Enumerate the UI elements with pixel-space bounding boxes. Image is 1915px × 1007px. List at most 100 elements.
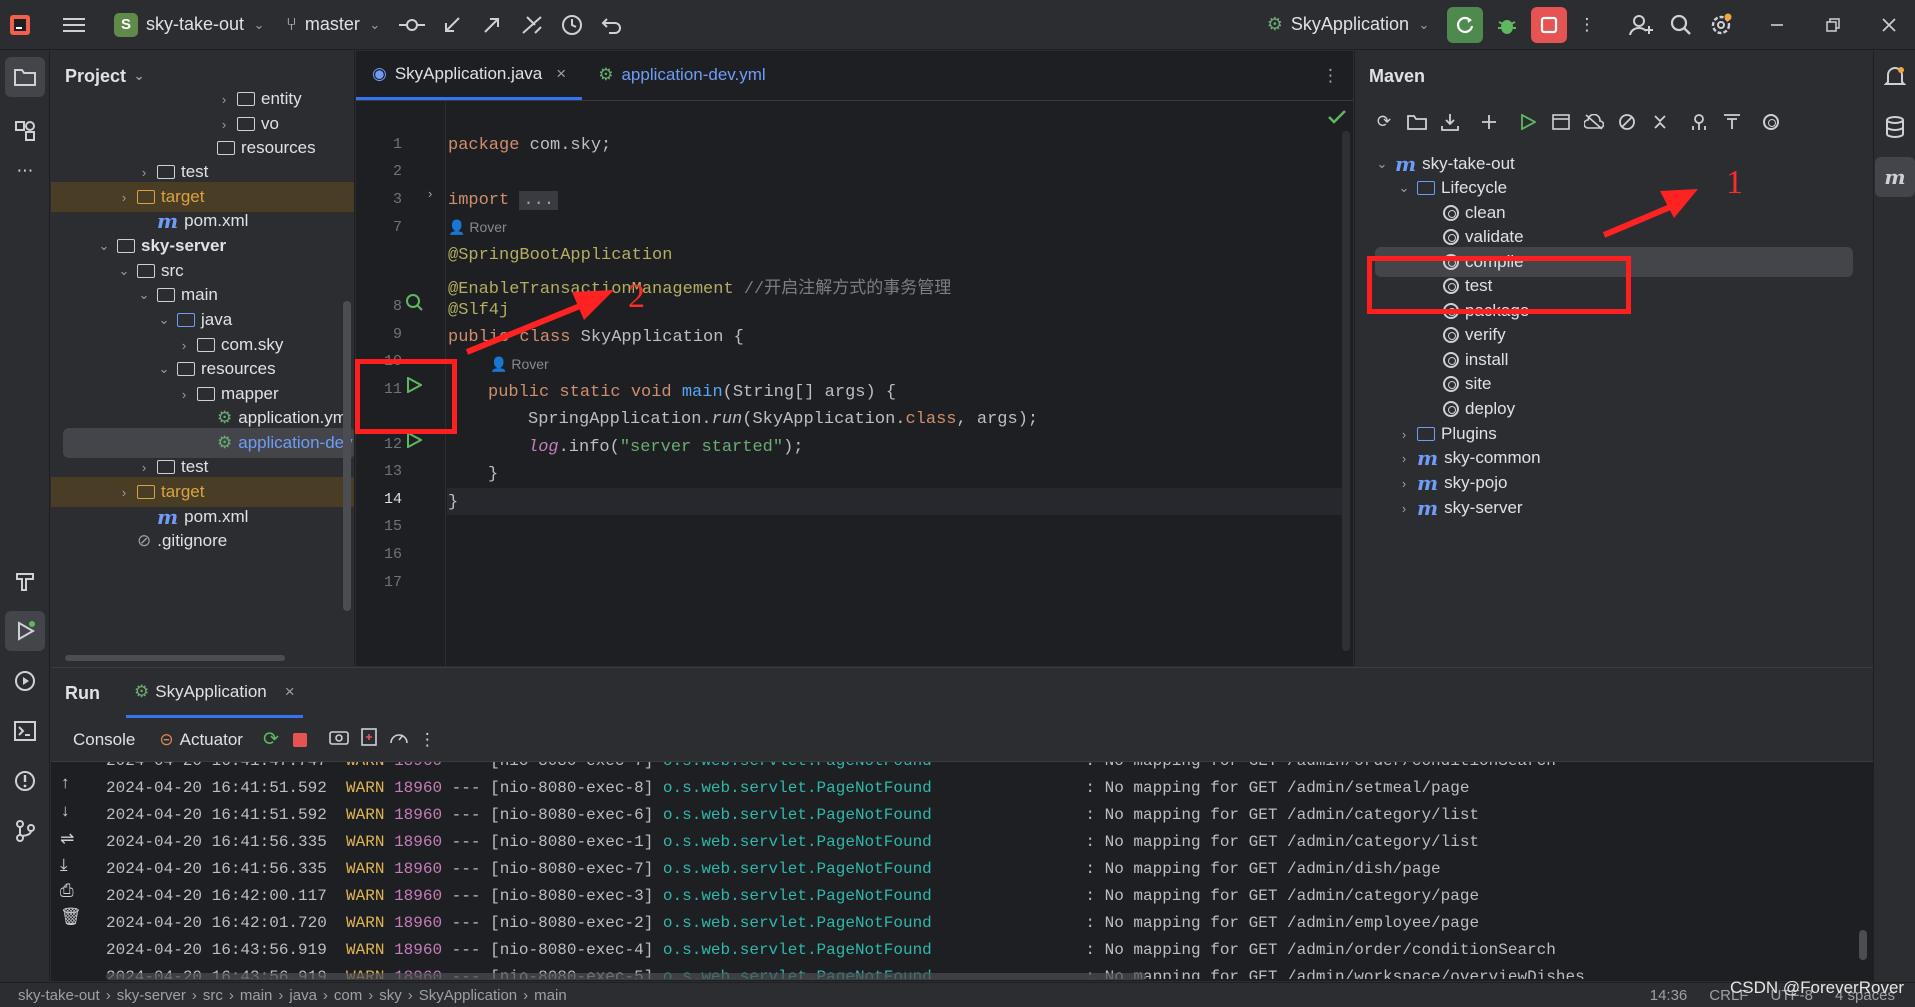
collapse-icon[interactable] xyxy=(1645,107,1675,137)
run-main-icon[interactable] xyxy=(406,431,424,453)
breadcrumb-item[interactable]: sky-take-out xyxy=(18,987,100,1004)
folded-imports[interactable]: ... xyxy=(519,191,559,210)
terminal-icon[interactable] xyxy=(5,711,45,751)
chevron-right-icon[interactable]: › xyxy=(137,165,151,180)
restore-layout-icon[interactable] xyxy=(361,728,377,751)
run-config-selector[interactable]: ⚙ SkyApplication ⌄ xyxy=(1257,7,1441,43)
history-icon[interactable] xyxy=(552,7,592,43)
run-goal-icon[interactable] xyxy=(1513,107,1543,137)
author-hint[interactable]: 👤 Rover xyxy=(448,219,507,236)
chevron-right-icon[interactable]: › xyxy=(177,338,191,353)
restore-icon[interactable] xyxy=(1813,7,1853,43)
print-icon[interactable]: ⎙ xyxy=(60,881,74,901)
profiler-icon[interactable] xyxy=(389,728,409,751)
run-tool-icon[interactable] xyxy=(5,611,45,651)
chevron-right-icon[interactable]: › xyxy=(1397,476,1411,491)
problems-icon[interactable] xyxy=(5,761,45,801)
console-hscrollbar[interactable] xyxy=(106,973,1146,980)
add-folder-icon[interactable] xyxy=(1402,107,1432,137)
project-panel-header[interactable]: Project ⌄ xyxy=(51,51,354,101)
chevron-right-icon[interactable]: › xyxy=(137,460,151,475)
maven-tool-icon[interactable]: m xyxy=(1875,157,1915,197)
execute-config-icon[interactable] xyxy=(1546,107,1576,137)
git-icon[interactable] xyxy=(5,811,45,851)
database-icon[interactable] xyxy=(1875,107,1915,147)
reload-icon[interactable]: ⟳ xyxy=(1369,107,1399,137)
rollback-icon[interactable] xyxy=(592,7,632,43)
commit-icon[interactable] xyxy=(392,7,432,43)
breadcrumb-item[interactable]: src xyxy=(203,987,223,1004)
chevron-down-icon[interactable]: ⌄ xyxy=(157,312,171,328)
chevron-right-icon[interactable]: › xyxy=(1397,427,1411,442)
services-icon[interactable] xyxy=(5,661,45,701)
tree-scrollbar[interactable] xyxy=(343,301,351,611)
tree-item-resources[interactable]: resources xyxy=(197,133,316,163)
skip-tests-icon[interactable] xyxy=(1612,107,1642,137)
dependencies-icon[interactable] xyxy=(1684,107,1714,137)
screenshot-icon[interactable] xyxy=(329,729,349,750)
project-view-icon[interactable] xyxy=(5,57,45,97)
search-icon[interactable] xyxy=(1661,7,1701,43)
branch-switcher[interactable]: ⑂ master ⌄ xyxy=(276,7,392,43)
tab-menu-icon[interactable]: ⋮ xyxy=(1322,66,1339,86)
breadcrumb-item[interactable]: SkyApplication xyxy=(419,987,517,1004)
add-icon[interactable] xyxy=(1474,107,1504,137)
settings-gear-icon[interactable] xyxy=(1701,7,1741,43)
rerun-button[interactable] xyxy=(1447,6,1483,43)
chevron-down-icon[interactable]: ⌄ xyxy=(137,287,151,303)
breadcrumb-item[interactable]: main xyxy=(240,987,273,1004)
spring-bean-icon[interactable] xyxy=(404,292,424,317)
soft-wrap-icon[interactable]: ⇌ xyxy=(60,829,74,849)
merge-icon[interactable] xyxy=(512,7,552,43)
debug-button[interactable] xyxy=(1489,7,1525,43)
build-icon[interactable] xyxy=(5,561,45,601)
add-user-icon[interactable] xyxy=(1621,7,1661,43)
breadcrumb-item[interactable]: sky-server xyxy=(117,987,186,1004)
maven-module-sky-server[interactable]: › m sky-server xyxy=(1397,493,1523,523)
chevron-right-icon[interactable]: › xyxy=(117,485,131,500)
tab-application-dev-yml[interactable]: ⚙ application-dev.yml xyxy=(582,50,782,100)
stop-icon[interactable] xyxy=(292,732,307,747)
chevron-right-icon[interactable]: › xyxy=(1397,451,1411,466)
chevron-right-icon[interactable]: › xyxy=(217,92,231,107)
scroll-down-icon[interactable]: ↓ xyxy=(61,801,70,821)
tree-item--gitignore[interactable]: ⊘ .gitignore xyxy=(117,526,227,556)
author-hint[interactable]: 👤 Rover xyxy=(490,356,549,373)
chevron-down-icon[interactable]: ⌄ xyxy=(1375,156,1389,172)
push-icon[interactable] xyxy=(472,7,512,43)
breadcrumb-item[interactable]: sky xyxy=(379,987,402,1004)
structure-icon[interactable] xyxy=(5,111,45,151)
app-logo-icon[interactable] xyxy=(0,7,40,43)
show-diagram-icon[interactable] xyxy=(1717,107,1747,137)
more-actions-icon[interactable]: ⋮ xyxy=(1567,7,1607,43)
chevron-right-icon[interactable]: › xyxy=(117,190,131,205)
chevron-right-icon[interactable]: › xyxy=(217,117,231,132)
download-icon[interactable] xyxy=(1435,107,1465,137)
console-tab[interactable]: Console xyxy=(67,725,142,754)
more-tools-icon[interactable]: ⋯ xyxy=(5,151,45,191)
chevron-right-icon[interactable]: › xyxy=(1397,501,1411,516)
close-icon[interactable]: × xyxy=(285,682,295,702)
rerun-icon[interactable]: ⟳ xyxy=(263,728,279,751)
offline-mode-icon[interactable] xyxy=(1579,107,1609,137)
tree-item-application-dev[interactable]: ⚙ application-dev xyxy=(63,428,354,458)
clear-icon[interactable]: 🗑 xyxy=(60,907,82,927)
chevron-down-icon[interactable]: ⌄ xyxy=(1397,180,1411,196)
notifications-icon[interactable] xyxy=(1875,57,1915,97)
minimize-icon[interactable] xyxy=(1757,7,1797,43)
chevron-right-icon[interactable]: › xyxy=(177,387,191,402)
close-icon[interactable] xyxy=(1869,7,1909,43)
fold-arrow-icon[interactable]: › xyxy=(428,186,432,201)
update-project-icon[interactable] xyxy=(432,7,472,43)
close-icon[interactable]: × xyxy=(556,64,566,84)
tree-hscrollbar[interactable] xyxy=(65,655,285,661)
chevron-down-icon[interactable]: ⌄ xyxy=(97,238,111,254)
maven-settings-icon[interactable] xyxy=(1756,107,1786,137)
run-panel-title[interactable]: Run xyxy=(65,683,100,704)
console-vscrollbar[interactable] xyxy=(1859,930,1867,960)
caret-position[interactable]: 14:36 xyxy=(1650,987,1688,1004)
chevron-down-icon[interactable]: ⌄ xyxy=(117,263,131,279)
chevron-down-icon[interactable]: ⌄ xyxy=(157,361,171,377)
actuator-tab[interactable]: Actuator xyxy=(180,730,243,750)
stop-button[interactable] xyxy=(1531,6,1567,43)
